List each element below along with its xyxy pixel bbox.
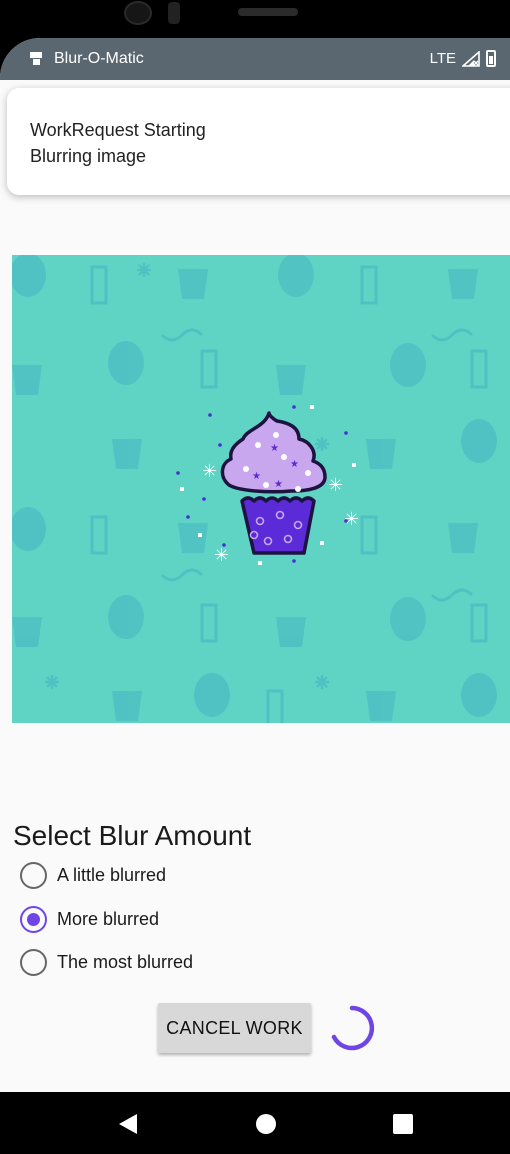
status-right: LTE bbox=[430, 50, 496, 67]
blur-amount-title: Select Blur Amount bbox=[13, 820, 252, 851]
app-notification-icon bbox=[30, 52, 44, 66]
battery-icon bbox=[486, 50, 496, 67]
radio-most-blurred[interactable]: The most blurred bbox=[20, 949, 193, 976]
svg-text:✳: ✳ bbox=[202, 461, 217, 482]
svg-text:★: ★ bbox=[290, 459, 299, 470]
sensor-icon bbox=[168, 2, 180, 24]
notification-title: WorkRequest Starting bbox=[30, 120, 206, 140]
navigation-bar bbox=[0, 1092, 510, 1154]
cancel-work-button[interactable]: CANCEL WORK bbox=[158, 1003, 311, 1053]
back-icon[interactable] bbox=[119, 1114, 137, 1134]
camera-icon bbox=[124, 1, 152, 25]
svg-text:★: ★ bbox=[252, 471, 261, 482]
status-left: Blur-O-Matic bbox=[30, 50, 144, 68]
screen: Blur-O-Matic LTE WorkRequest Starting Bl… bbox=[0, 38, 510, 1154]
recents-icon[interactable] bbox=[393, 1114, 413, 1134]
notification-card[interactable]: WorkRequest Starting Blurring image bbox=[7, 88, 510, 195]
radio-label: More blurred bbox=[57, 909, 160, 929]
svg-text:★: ★ bbox=[274, 479, 283, 490]
status-app-name: Blur-O-Matic bbox=[54, 50, 144, 67]
radio-button[interactable] bbox=[20, 949, 47, 976]
radio-label: A little blurred bbox=[57, 865, 167, 885]
speaker-grille bbox=[238, 8, 298, 16]
svg-text:★: ★ bbox=[270, 443, 279, 454]
svg-text:✳: ✳ bbox=[214, 545, 229, 566]
cupcake-image: ✳ ✳ ✳ ✳ ★ ★ ★ ★ bbox=[12, 255, 510, 723]
radio-little-blurred[interactable]: A little blurred bbox=[20, 862, 166, 889]
radio-label: The most blurred bbox=[57, 952, 194, 972]
notification-text: Blurring image bbox=[30, 146, 147, 166]
signal-icon bbox=[462, 50, 480, 67]
radio-button[interactable] bbox=[20, 862, 47, 889]
progress-spinner-icon bbox=[331, 1005, 375, 1051]
radio-more-blurred[interactable]: More blurred bbox=[20, 906, 159, 933]
network-type: LTE bbox=[429, 50, 456, 67]
radio-button-selected[interactable] bbox=[20, 906, 47, 933]
svg-text:✳: ✳ bbox=[328, 475, 343, 496]
phone-bezel bbox=[0, 0, 510, 40]
status-bar: Blur-O-Matic LTE bbox=[0, 38, 510, 80]
home-icon[interactable] bbox=[256, 1114, 276, 1134]
svg-text:✳: ✳ bbox=[344, 509, 359, 530]
